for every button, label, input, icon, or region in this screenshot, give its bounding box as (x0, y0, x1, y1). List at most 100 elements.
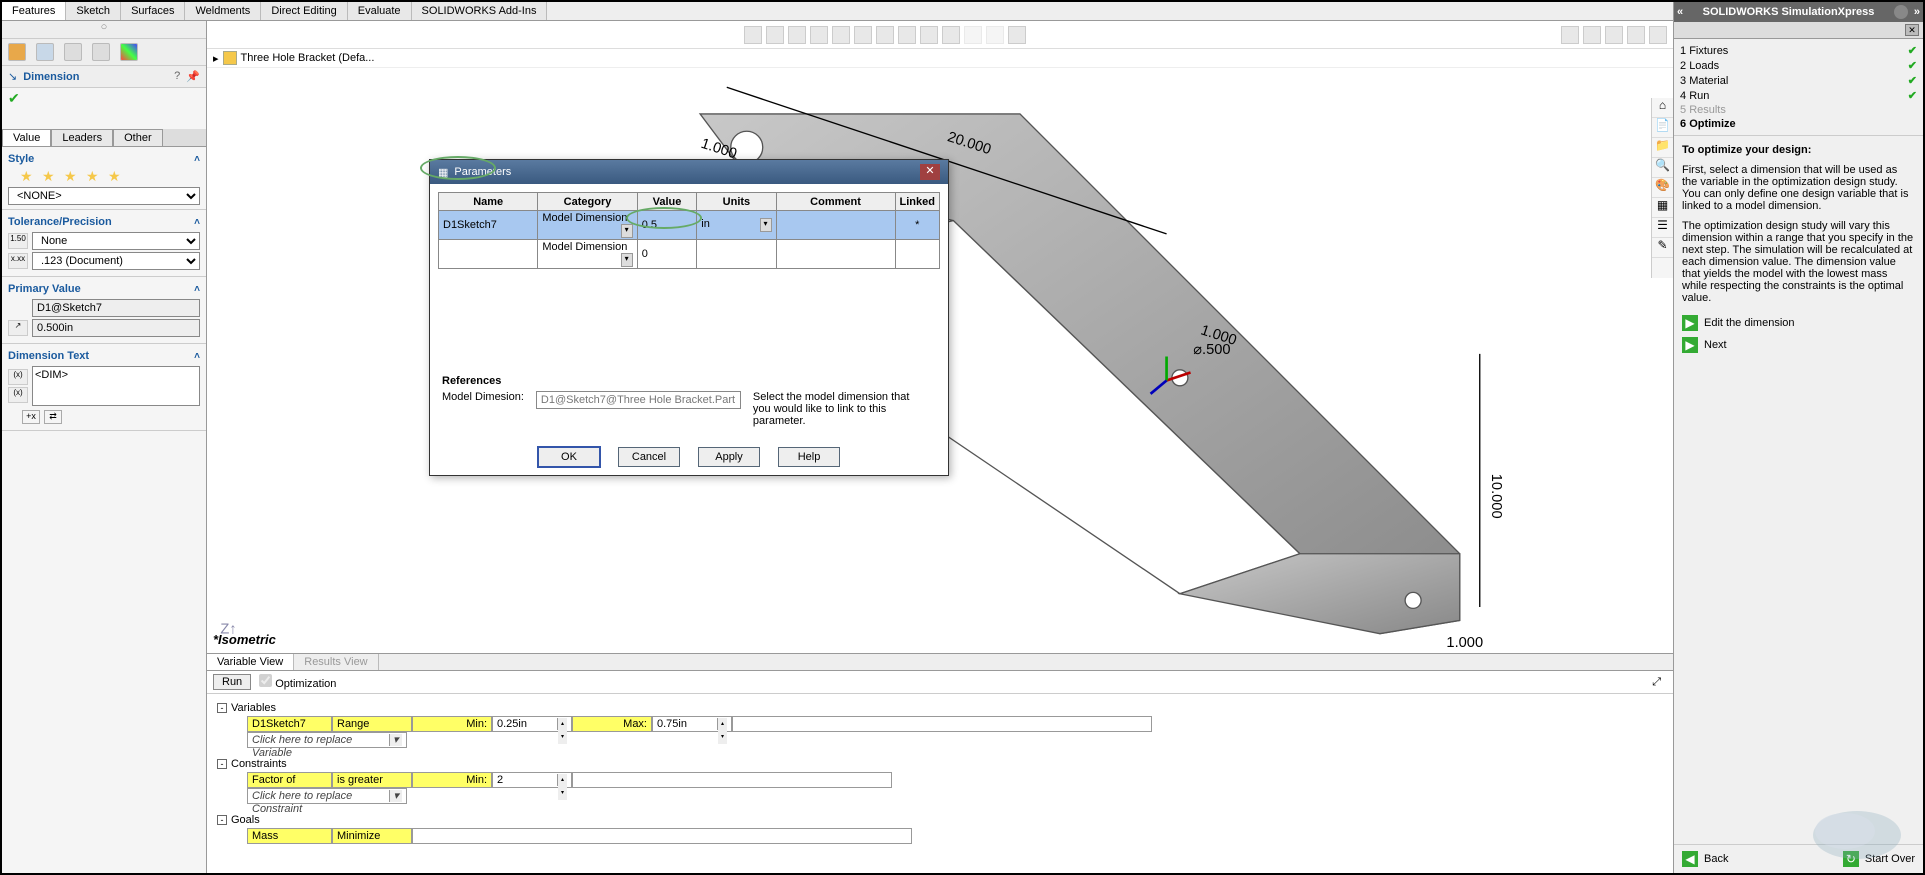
chevron-down-icon[interactable]: ▾ (389, 790, 402, 802)
style-header[interactable]: Style˄ (8, 151, 200, 167)
section-view-icon[interactable] (810, 26, 828, 44)
col-units[interactable]: Units (697, 193, 776, 211)
view-settings-icon[interactable] (942, 26, 960, 44)
model-dimension-field[interactable] (536, 391, 741, 409)
help-button[interactable]: Help (778, 447, 840, 467)
panel-collapse-icon[interactable]: « (1677, 6, 1683, 18)
variable-type[interactable]: Range (332, 716, 412, 732)
justify-center-icon[interactable]: ⇄ (44, 410, 62, 424)
apply-scene-icon[interactable] (920, 26, 938, 44)
ok-button[interactable]: OK (538, 447, 600, 467)
style-icon-5[interactable]: ★ (108, 169, 124, 183)
window-cascade-icon[interactable] (1583, 26, 1601, 44)
justify-left-icon[interactable]: +x (22, 410, 40, 424)
optimization-checkbox-label[interactable]: Optimization (259, 674, 336, 690)
hide-show-icon[interactable] (876, 26, 894, 44)
gear-icon[interactable] (1894, 5, 1908, 19)
sim-step-run[interactable]: 4 Run✔ (1680, 88, 1917, 103)
spin-down-icon[interactable]: ▾ (558, 787, 567, 800)
col-name[interactable]: Name (439, 193, 538, 211)
spin-up-icon[interactable]: ▴ (558, 774, 567, 787)
maximize-icon[interactable] (1627, 26, 1645, 44)
cell-comment[interactable] (776, 211, 895, 240)
minimize-icon[interactable] (1605, 26, 1623, 44)
pin-icon[interactable]: 📌 (186, 70, 200, 83)
view-orient-icon[interactable] (832, 26, 850, 44)
prev-view-icon[interactable] (788, 26, 806, 44)
tab-surfaces[interactable]: Surfaces (121, 2, 185, 20)
style-dropdown[interactable]: <NONE> (8, 187, 200, 205)
add-variable-placeholder[interactable]: Click here to replace Variable▾ (247, 732, 407, 748)
close-icon[interactable] (1649, 26, 1667, 44)
breadcrumb-model[interactable]: Three Hole Bracket (Defa... (241, 52, 375, 64)
edit-appearance-icon[interactable] (898, 26, 916, 44)
cell-comment[interactable] (776, 240, 895, 269)
cell-name[interactable]: D1Sketch7 (439, 211, 538, 240)
tab-features[interactable]: Features (2, 2, 66, 20)
sim-step-loads[interactable]: 2 Loads✔ (1680, 58, 1917, 73)
property-manager-icon[interactable] (36, 43, 54, 61)
pm-grip[interactable]: ○ (2, 21, 206, 39)
dimxpert-icon[interactable] (92, 43, 110, 61)
panel-expand-icon[interactable]: » (1914, 6, 1920, 18)
sim-panel-title-bar[interactable]: « SOLIDWORKS SimulationXpress » (1674, 2, 1923, 22)
chevron-down-icon[interactable]: ▾ (760, 218, 772, 232)
primary-value-field[interactable] (32, 319, 200, 337)
spin-up-icon[interactable]: ▴ (718, 718, 727, 731)
cell-linked[interactable] (895, 240, 939, 269)
goal-op[interactable]: Minimize (332, 828, 412, 844)
dimension-direction-icon[interactable]: ↗ (8, 320, 28, 336)
primary-value-header[interactable]: Primary Value˄ (8, 281, 200, 297)
table-row[interactable]: D1Sketch7 Model Dimension▾ 0.5 in▾ * (439, 211, 940, 240)
sim-step-material[interactable]: 3 Material✔ (1680, 73, 1917, 88)
edit-dimension-link[interactable]: ▶Edit the dimension (1682, 312, 1915, 334)
next-link[interactable]: ▶Next (1682, 334, 1915, 356)
col-category[interactable]: Category (538, 193, 637, 211)
window-tile-icon[interactable] (1561, 26, 1579, 44)
chevron-down-icon[interactable]: ▾ (621, 253, 633, 267)
tab-sketch[interactable]: Sketch (66, 2, 121, 20)
tab-weldments[interactable]: Weldments (185, 2, 261, 20)
display-manager-icon[interactable] (120, 43, 138, 61)
constraint-name[interactable]: Factor of Safety (247, 772, 332, 788)
taskpane-home-icon[interactable]: ⌂ (1652, 98, 1673, 118)
col-linked[interactable]: Linked (895, 193, 939, 211)
table-row[interactable]: Model Dimension▾ 0 (439, 240, 940, 269)
run-button[interactable]: Run (213, 674, 251, 690)
add-constraint-placeholder[interactable]: Click here to replace Constraint▾ (247, 788, 407, 804)
tab-direct-editing[interactable]: Direct Editing (261, 2, 347, 20)
tolerance-precision-dropdown[interactable]: .123 (Document) (32, 252, 200, 270)
variable-max-input[interactable]: ▴▾ (652, 716, 732, 732)
cell-name[interactable] (439, 240, 538, 269)
style-icon-3[interactable]: ★ (64, 169, 80, 183)
sim-step-optimize[interactable]: 6 Optimize (1680, 117, 1917, 131)
primary-name-field[interactable] (32, 299, 200, 317)
taskpane-palette-icon[interactable]: 🎨 (1652, 178, 1673, 198)
tolerance-header[interactable]: Tolerance/Precision˄ (8, 214, 200, 230)
variable-min-input[interactable]: ▴▾ (492, 716, 572, 732)
style-icon-1[interactable]: ★ (20, 169, 36, 183)
chevron-down-icon[interactable]: ▾ (621, 224, 633, 238)
tab-solidworks-addins[interactable]: SOLIDWORKS Add-Ins (412, 2, 548, 20)
dialog-close-button[interactable]: ✕ (920, 164, 940, 180)
cell-units[interactable]: in▾ (697, 211, 776, 240)
cell-category[interactable]: Model Dimension▾ (538, 240, 637, 269)
tab-value[interactable]: Value (2, 129, 51, 146)
tab-variable-view[interactable]: Variable View (207, 654, 294, 670)
tab-evaluate[interactable]: Evaluate (348, 2, 412, 20)
taskpane-properties-icon[interactable]: ☰ (1652, 218, 1673, 238)
taskpane-appearances-icon[interactable]: ▦ (1652, 198, 1673, 218)
zoom-fit-icon[interactable] (744, 26, 762, 44)
tab-results-view[interactable]: Results View (294, 654, 378, 670)
spin-up-icon[interactable]: ▴ (558, 718, 567, 731)
accept-button[interactable]: ✔ (8, 90, 20, 106)
col-comment[interactable]: Comment (776, 193, 895, 211)
text-suffix-icon[interactable]: (x) (8, 387, 28, 403)
panel-close-icon[interactable]: ✕ (1905, 24, 1919, 36)
tab-other[interactable]: Other (113, 129, 163, 146)
goal-name[interactable]: Mass (247, 828, 332, 844)
constraint-op[interactable]: is greater than (332, 772, 412, 788)
expand-icon[interactable]: ▸ (213, 52, 219, 65)
apply-button[interactable]: Apply (698, 447, 760, 467)
feature-manager-icon[interactable] (8, 43, 26, 61)
